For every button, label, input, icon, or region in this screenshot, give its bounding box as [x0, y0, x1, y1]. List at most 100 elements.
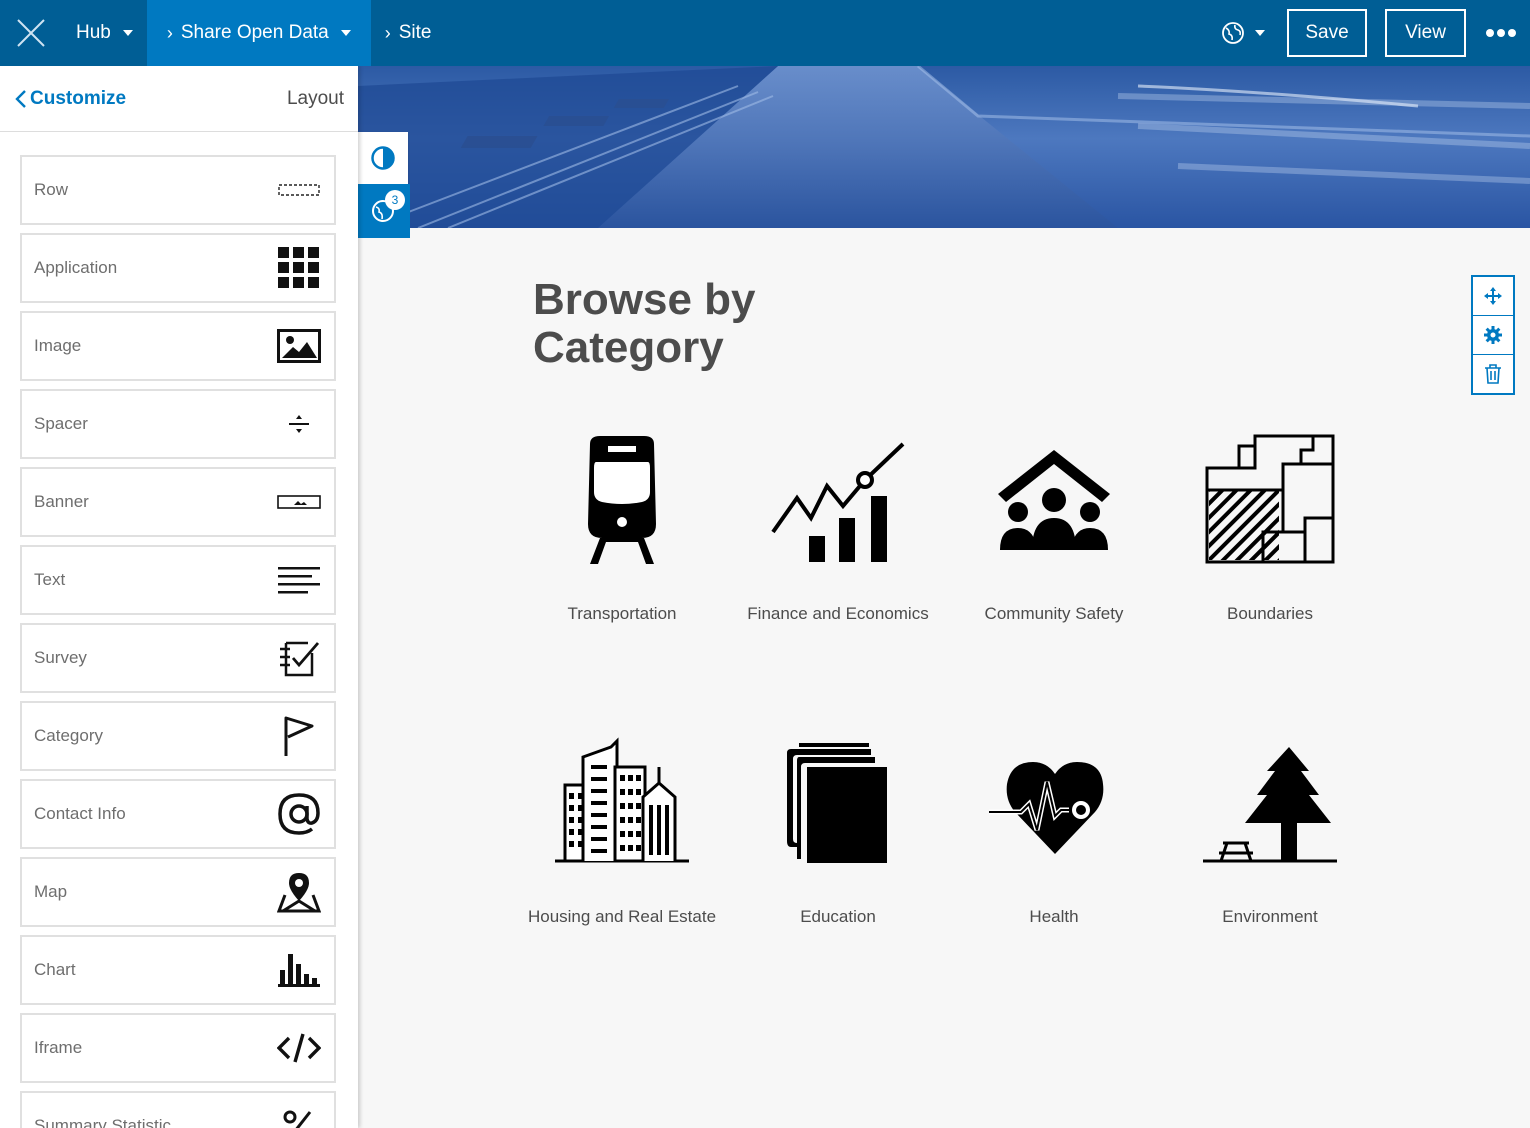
globe-icon — [1222, 22, 1244, 44]
boundaries-icon — [1162, 424, 1378, 574]
card-label: Spacer — [34, 414, 88, 433]
move-row-button[interactable] — [1473, 277, 1513, 316]
row-icon — [276, 167, 322, 213]
card-label: Row — [34, 180, 69, 199]
at-icon — [276, 791, 322, 837]
image-icon — [276, 323, 322, 369]
top-bar: Hub › Share Open Data › Site Save View — [0, 0, 1530, 66]
percent-icon — [276, 1103, 322, 1128]
card-label: Application — [34, 258, 118, 277]
heart-pulse-icon — [946, 727, 1162, 877]
banner-photo — [358, 66, 1530, 228]
spacer-icon — [276, 401, 322, 447]
layout-card-banner[interactable]: Banner — [20, 467, 336, 537]
map-pin-icon — [276, 869, 322, 915]
save-button[interactable]: Save — [1287, 9, 1367, 57]
layout-card-row[interactable]: Row — [20, 155, 336, 225]
breadcrumb-share-open-data[interactable]: › Share Open Data — [146, 0, 371, 66]
card-label: Iframe — [34, 1038, 83, 1057]
notification-badge: 3 — [385, 190, 405, 210]
category-label: Community Safety — [984, 604, 1124, 623]
breadcrumb-share-label: Share Open Data — [180, 22, 329, 43]
category-label: Transportation — [567, 604, 677, 623]
more-options-icon[interactable] — [1486, 29, 1516, 37]
layout-card-category[interactable]: Category — [20, 701, 336, 771]
category-community-safety[interactable]: Community Safety — [946, 424, 1162, 625]
card-label: Banner — [34, 492, 89, 511]
card-label: Contact Info — [34, 804, 126, 823]
category-label: Health — [1029, 907, 1079, 926]
chevron-right-icon: › — [384, 22, 391, 43]
category-label: Housing and Real Estate — [527, 907, 717, 926]
layout-card-survey[interactable]: Survey — [20, 623, 336, 693]
customize-label: Customize — [30, 87, 127, 109]
panel-title: Layout — [286, 87, 344, 109]
gear-icon — [1484, 326, 1502, 344]
category-housing-and-real-estate[interactable]: Housing and Real Estate — [514, 727, 730, 928]
card-label: Image — [34, 336, 82, 355]
customize-back-link[interactable]: Customize — [14, 88, 126, 110]
books-icon — [730, 727, 946, 877]
layout-card-map[interactable]: Map — [20, 857, 336, 927]
category-label: Education — [800, 907, 876, 926]
category-transportation[interactable]: Transportation — [514, 424, 730, 625]
banner-tools: 3 — [358, 132, 410, 238]
language-menu-button[interactable] — [1221, 21, 1265, 45]
layout-card-chart[interactable]: Chart — [20, 935, 336, 1005]
survey-icon — [276, 635, 322, 681]
buildings-icon — [514, 727, 730, 877]
chevron-left-icon — [15, 89, 26, 108]
card-label: Survey — [34, 648, 87, 667]
category-boundaries[interactable]: Boundaries — [1162, 424, 1378, 625]
finance-chart-icon — [730, 424, 946, 574]
breadcrumb-hub[interactable]: Hub — [62, 0, 147, 66]
contrast-icon — [371, 146, 395, 170]
layout-card-spacer[interactable]: Spacer — [20, 389, 336, 459]
tree-icon — [1162, 727, 1378, 877]
card-label: Text — [34, 570, 66, 589]
site-banner-image[interactable] — [358, 66, 1530, 228]
bar-chart-icon — [276, 947, 322, 993]
category-label: Boundaries — [1226, 604, 1313, 623]
view-button[interactable]: View — [1385, 9, 1466, 57]
community-icon — [946, 424, 1162, 574]
text-lines-icon — [276, 557, 322, 603]
layout-sidebar: Customize Layout Row Application Image S… — [0, 66, 358, 1128]
layout-card-application[interactable]: Application — [20, 233, 336, 303]
card-label: Map — [34, 882, 68, 901]
grid-icon — [276, 245, 322, 291]
category-label: Environment — [1222, 907, 1318, 926]
layout-card-iframe[interactable]: Iframe — [20, 1013, 336, 1083]
card-label: Chart — [34, 960, 76, 979]
caret-down-icon — [1255, 30, 1265, 36]
card-label: Summary Statistic — [34, 1116, 171, 1128]
delete-row-button[interactable] — [1473, 355, 1513, 393]
category-education[interactable]: Education — [730, 727, 946, 928]
row-settings-button[interactable] — [1473, 316, 1513, 355]
close-icon — [17, 19, 45, 47]
layout-card-summary-statistic[interactable]: Summary Statistic — [20, 1091, 336, 1128]
banner-icon — [276, 479, 322, 525]
category-health[interactable]: Health — [946, 727, 1162, 928]
move-icon — [1484, 287, 1502, 305]
contrast-button[interactable] — [358, 132, 408, 184]
category-finance-and-economics[interactable]: Finance and Economics — [730, 424, 946, 625]
caret-down-icon — [122, 30, 133, 36]
breadcrumb-hub-label: Hub — [76, 22, 111, 43]
card-label: Category — [34, 726, 103, 745]
layout-card-image[interactable]: Image — [20, 311, 336, 381]
layout-card-contact-info[interactable]: Contact Info — [20, 779, 336, 849]
close-editor-button[interactable] — [0, 0, 62, 66]
layout-card-list: Row Application Image Spacer Banner Text… — [20, 155, 336, 1128]
row-edit-toolbar — [1471, 275, 1515, 395]
flag-icon — [276, 713, 322, 759]
train-icon — [514, 424, 730, 574]
theme-palette-button[interactable]: 3 — [358, 184, 410, 238]
layout-card-text[interactable]: Text — [20, 545, 336, 615]
chevron-right-icon: › — [166, 22, 173, 43]
category-label: Finance and Economics — [747, 604, 929, 623]
breadcrumb-site[interactable]: › Site — [371, 0, 446, 66]
page-title: Browse by Category — [533, 275, 756, 372]
code-icon — [276, 1025, 322, 1071]
category-environment[interactable]: Environment — [1162, 727, 1378, 928]
